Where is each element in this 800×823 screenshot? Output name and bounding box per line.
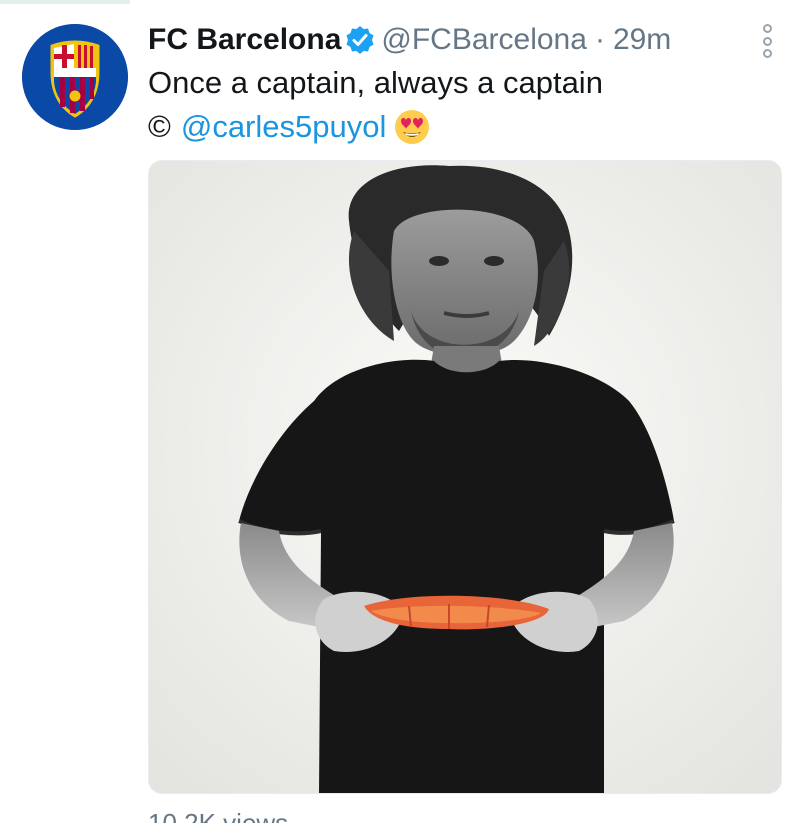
heart-eyes-emoji-icon: [394, 109, 430, 145]
user-handle[interactable]: @FCBarcelona: [381, 22, 587, 58]
copyright-icon: ©: [148, 109, 171, 144]
tweet-text: Once a captain, always a captain: [148, 65, 603, 100]
mention-link[interactable]: @carles5puyol: [181, 108, 387, 146]
avatar[interactable]: [22, 24, 128, 130]
tweet[interactable]: FC Barcelona @FCBarcelona · 29m Once a c…: [0, 0, 800, 823]
timestamp[interactable]: 29m: [613, 22, 671, 58]
more-options-icon[interactable]: [761, 24, 773, 58]
video-thumbnail-icon: [149, 161, 781, 793]
tweet-text-line2: © @carles5puyol: [148, 108, 430, 146]
top-divider: [0, 0, 130, 4]
fcb-crest-icon: [22, 24, 128, 130]
media-image[interactable]: [148, 160, 782, 794]
view-count: 10.2K views: [148, 808, 289, 823]
header-separator: ·: [594, 23, 605, 56]
verified-badge-icon: [345, 25, 375, 55]
tweet-header: FC Barcelona @FCBarcelona · 29m: [148, 22, 671, 58]
display-name[interactable]: FC Barcelona: [148, 22, 341, 58]
